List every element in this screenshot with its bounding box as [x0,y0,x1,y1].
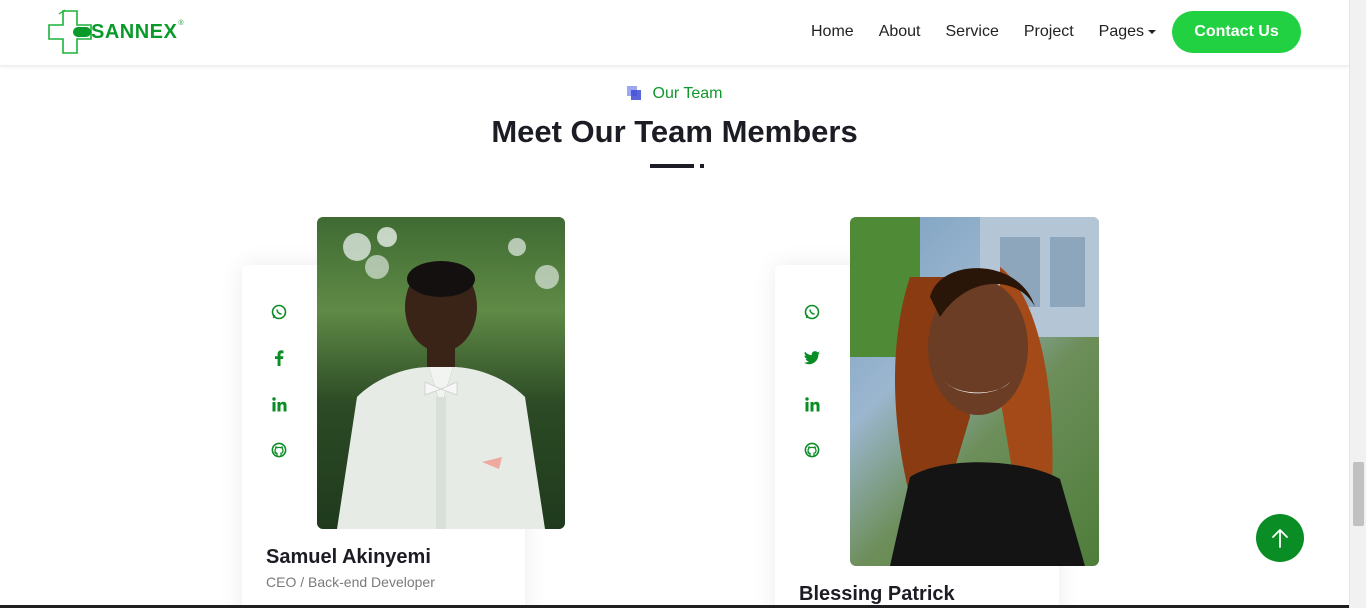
title-underline-dot [700,164,704,168]
linkedin-icon[interactable] [270,395,288,413]
member-photo-2 [850,217,1099,566]
contact-us-button[interactable]: Contact Us [1172,11,1301,53]
squares-icon [626,86,643,102]
back-to-top-button[interactable] [1256,514,1304,562]
member-role: CEO / Back-end Developer [266,574,435,590]
title-underline [650,164,694,168]
brand-registered: ® [178,19,184,27]
social-links-2 [803,303,821,487]
whatsapp-icon[interactable] [803,303,821,321]
brand-name: SANNEX [91,20,178,43]
twitter-icon[interactable] [803,349,821,367]
github-icon[interactable] [803,441,821,459]
cross-logo-icon [48,9,92,54]
member-name: Blessing Patrick [799,583,955,605]
section-subtitle-text: Our Team [652,85,723,102]
whatsapp-icon[interactable] [270,303,288,321]
navbar: SANNEX ® Home About Service Project Page… [0,0,1349,66]
linkedin-icon[interactable] [803,395,821,413]
brand-logo[interactable]: SANNEX ® [47,9,184,55]
section-title: Meet Our Team Members [491,114,858,149]
member-photo-1 [317,217,565,529]
scrollbar-thumb[interactable] [1353,462,1364,526]
nav-project[interactable]: Project [1024,22,1074,42]
nav-service[interactable]: Service [946,22,999,42]
nav-pages-dropdown[interactable]: Pages [1098,22,1157,42]
facebook-icon[interactable] [270,349,288,367]
caret-down-icon [1148,30,1157,34]
section-subtitle: Our Team [0,85,1349,103]
nav-about[interactable]: About [879,22,921,42]
github-icon[interactable] [270,441,288,459]
nav-home[interactable]: Home [811,22,854,42]
nav-pages-label: Pages [1098,23,1145,40]
nav-links: Home About Service Project Pages [811,22,1181,42]
page-scrollbar[interactable] [1349,0,1366,608]
member-name: Samuel Akinyemi [266,546,431,568]
arrow-up-icon [1272,529,1288,548]
social-links-1 [270,303,288,487]
